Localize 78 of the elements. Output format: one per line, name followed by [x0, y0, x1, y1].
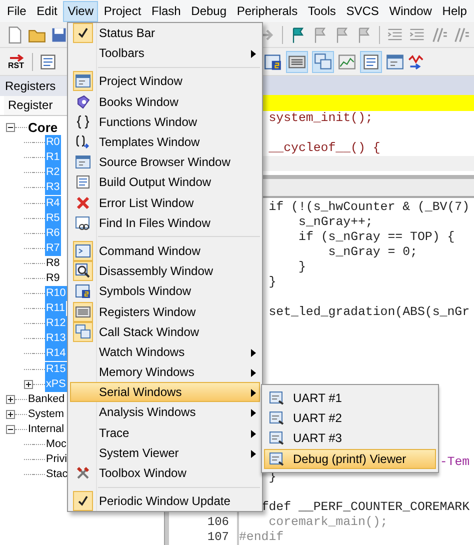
trace-icon[interactable] — [408, 52, 426, 70]
tree-item[interactable]: R8 — [45, 256, 61, 271]
tree-item[interactable]: System — [27, 406, 65, 422]
menu-item[interactable]: SVCS — [341, 0, 384, 22]
menu-item[interactable]: Tools — [302, 0, 341, 22]
tree-item[interactable]: Stac — [45, 467, 69, 482]
menu-item[interactable]: Toolbars — [70, 43, 260, 64]
tree-item[interactable]: Moc — [45, 437, 68, 452]
code-line: s_nGray++; — [298, 215, 373, 230]
menu-item[interactable]: Analysis Windows — [70, 402, 260, 423]
reset-button[interactable]: RST — [4, 52, 28, 70]
menu-item[interactable]: System Viewer — [70, 442, 260, 463]
tree-item[interactable]: Banked — [27, 392, 66, 407]
menu-item[interactable]: Find In Files Window — [70, 212, 260, 233]
menu-item[interactable]: UART #1 — [264, 388, 436, 408]
code-line: #endif — [239, 530, 284, 545]
menu-item[interactable]: Symbols Window — [70, 281, 260, 302]
menu-item[interactable]: File — [2, 0, 32, 22]
expand-icon[interactable] — [24, 380, 33, 389]
list-icon[interactable] — [39, 52, 57, 70]
menu-item[interactable]: Error List Window — [70, 192, 260, 213]
menu-item[interactable]: Registers Window — [70, 301, 260, 322]
code-line: set_led_gradation(ABS(s_nGr — [268, 305, 470, 320]
menu-item[interactable]: Window — [384, 0, 437, 22]
window-icon[interactable] — [360, 50, 382, 72]
menu-item[interactable]: Call Stack Window — [70, 322, 260, 342]
code-line: if (!(s_hwCounter & (_BV(7) — [268, 200, 470, 215]
graph-icon[interactable] — [338, 52, 356, 70]
menu-item[interactable]: Project — [98, 0, 146, 22]
line-number: 107 — [207, 530, 229, 545]
menu-item[interactable]: Debug (printf) Viewer — [264, 448, 436, 469]
menu-item[interactable]: Peripherals — [232, 0, 303, 22]
menu-item[interactable]: Memory Windows — [70, 362, 260, 382]
new-file-icon[interactable] — [6, 26, 24, 44]
menu-item[interactable]: Command Window — [70, 240, 260, 262]
code-line: coremark_main(); — [268, 515, 388, 530]
tree-item[interactable]: R9 — [45, 270, 61, 286]
save-icon[interactable] — [50, 26, 68, 44]
code-line: -Tem — [440, 455, 470, 470]
code-line: if (s_nGray == TOP) { — [298, 230, 455, 245]
expand-icon[interactable] — [6, 410, 15, 419]
arrow-icon — [8, 54, 24, 62]
collapse-icon[interactable] — [6, 424, 15, 434]
comment-icon[interactable] — [430, 26, 448, 44]
window-icon[interactable] — [264, 52, 282, 70]
menu-item[interactable]: Source Browser Window — [70, 152, 260, 172]
code-line: __cycleof__() { — [268, 141, 380, 156]
code-line: } — [298, 260, 306, 275]
registers-icon[interactable] — [286, 50, 308, 72]
menu-item[interactable]: Trace — [70, 422, 260, 443]
menu-item[interactable]: Edit — [32, 0, 62, 22]
menu-item[interactable]: Flash — [146, 0, 186, 22]
menu-item[interactable]: Toolbox Window — [70, 462, 260, 484]
menu-item[interactable]: UART #2 — [264, 408, 436, 428]
menu-item[interactable]: View — [62, 0, 98, 22]
menu-item[interactable]: Build Output Window — [70, 172, 260, 192]
menu-item[interactable]: Watch Windows — [70, 342, 260, 362]
menu-item[interactable]: Templates Window — [70, 132, 260, 152]
tree-item[interactable]: Internal — [27, 422, 66, 437]
tree-item[interactable]: Core — [27, 120, 59, 136]
code-line: system_init(); — [268, 111, 373, 126]
window-icon[interactable] — [386, 52, 404, 70]
line-number: 106 — [207, 515, 229, 530]
menu-item[interactable]: UART #3 — [264, 428, 436, 449]
tree-item[interactable]: Privi — [45, 452, 68, 468]
menu-item[interactable]: Periodic Window Update — [70, 491, 260, 512]
comment-icon[interactable] — [452, 26, 470, 44]
code-line: fdef __PERF_COUNTER_COREMARK — [261, 500, 470, 515]
menu-item[interactable]: Status Bar — [70, 23, 260, 44]
code-line: } — [268, 275, 276, 290]
expand-icon[interactable] — [6, 394, 15, 404]
menu-item[interactable]: Help — [437, 0, 472, 22]
menu-item[interactable]: Debug — [186, 0, 232, 22]
menu-item[interactable]: Disassembly Window — [70, 261, 260, 282]
code-line: s_nGray = 0; — [328, 245, 418, 260]
menu-item[interactable]: Serial Windows — [70, 382, 260, 402]
windows-icon[interactable] — [312, 50, 334, 72]
collapse-icon[interactable] — [6, 123, 15, 132]
